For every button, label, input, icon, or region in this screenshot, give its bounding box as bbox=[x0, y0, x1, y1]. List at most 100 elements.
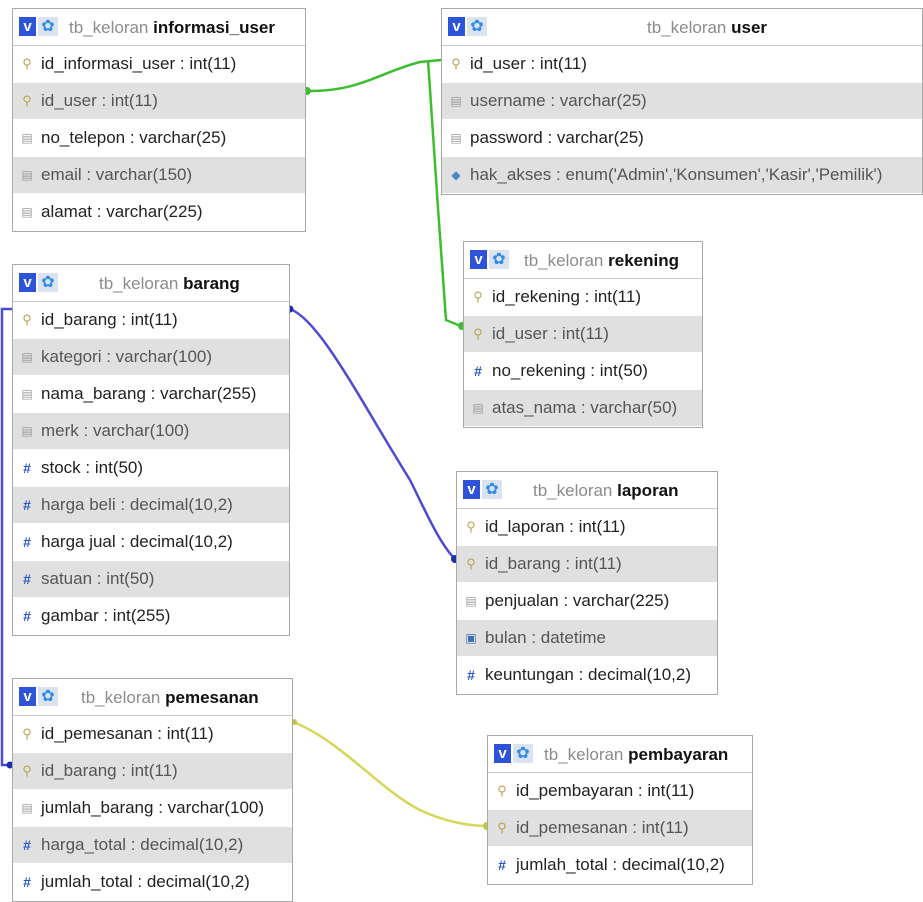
column-row[interactable]: # no_rekening : int(50) bbox=[464, 353, 702, 390]
column-row[interactable]: ▤ jumlah_barang : varchar(100) bbox=[13, 790, 292, 827]
column-label: id_barang : int(11) bbox=[41, 310, 178, 329]
key-icon: ⚲ bbox=[466, 556, 476, 571]
column-row[interactable]: # harga jual : decimal(10,2) bbox=[13, 524, 289, 561]
column-label: username : varchar(25) bbox=[470, 91, 647, 110]
column-row[interactable]: # keuntungan : decimal(10,2) bbox=[457, 657, 717, 694]
gear-icon[interactable]: ✿ bbox=[38, 273, 58, 292]
key-icon: ⚲ bbox=[473, 326, 483, 341]
v-icon[interactable]: v bbox=[448, 17, 465, 36]
column-label: jumlah_total : decimal(10,2) bbox=[41, 872, 250, 891]
text-field-icon: ▤ bbox=[21, 168, 33, 182]
table-title: tb_keloran barang bbox=[99, 274, 240, 294]
key-icon: ⚲ bbox=[22, 93, 32, 108]
column-row[interactable]: # harga_total : decimal(10,2) bbox=[13, 827, 292, 864]
column-row[interactable]: # stock : int(50) bbox=[13, 450, 289, 487]
table-header[interactable]: v ✿ tb_keloran user bbox=[442, 9, 922, 46]
column-row[interactable]: ◆ hak_akses : enum('Admin','Konsumen','Ka… bbox=[442, 157, 922, 194]
column-label: no_rekening : int(50) bbox=[492, 361, 648, 380]
gear-icon[interactable]: ✿ bbox=[513, 744, 533, 763]
column-label: merk : varchar(100) bbox=[41, 421, 190, 440]
gear-icon[interactable]: ✿ bbox=[38, 687, 58, 706]
column-row[interactable]: # jumlah_total : decimal(10,2) bbox=[13, 864, 292, 901]
column-row[interactable]: ⚲ id_informasi_user : int(11) bbox=[13, 46, 305, 83]
table-laporan[interactable]: v ✿ tb_keloran laporan ⚲ id_laporan : int(11… bbox=[456, 471, 718, 695]
column-row[interactable]: # gambar : int(255) bbox=[13, 598, 289, 635]
table-title: tb_keloran user bbox=[647, 18, 767, 38]
v-icon[interactable]: v bbox=[470, 250, 487, 269]
column-label: id_laporan : int(11) bbox=[485, 517, 626, 536]
gear-icon[interactable]: ✿ bbox=[489, 250, 509, 269]
gear-icon[interactable]: ✿ bbox=[467, 17, 487, 36]
number-icon: # bbox=[23, 571, 31, 587]
column-row[interactable]: ▤ username : varchar(25) bbox=[442, 83, 922, 120]
column-row[interactable]: ⚲ id_barang : int(11) bbox=[13, 302, 289, 339]
table-user[interactable]: v ✿ tb_keloran user ⚲ id_user : int(11) ▤ user… bbox=[441, 8, 923, 195]
table-header[interactable]: v ✿ tb_keloran rekening bbox=[464, 242, 702, 279]
key-icon: ⚲ bbox=[22, 726, 32, 741]
table-header[interactable]: v ✿ tb_keloran informasi_user bbox=[13, 9, 305, 46]
column-row[interactable]: ▤ no_telepon : varchar(25) bbox=[13, 120, 305, 157]
table-prefix: tb_keloran bbox=[524, 251, 604, 270]
column-row[interactable]: ▤ email : varchar(150) bbox=[13, 157, 305, 194]
table-prefix: tb_keloran bbox=[544, 745, 624, 764]
gear-icon[interactable]: ✿ bbox=[38, 17, 58, 36]
key-icon: ⚲ bbox=[473, 289, 483, 304]
column-row[interactable]: ⚲ id_user : int(11) bbox=[442, 46, 922, 83]
column-label: stock : int(50) bbox=[41, 458, 144, 477]
column-row[interactable]: ⚲ id_pembayaran : int(11) bbox=[488, 773, 752, 810]
column-label: password : varchar(25) bbox=[470, 128, 644, 147]
column-label: kategori : varchar(100) bbox=[41, 347, 213, 366]
calendar-icon: ▣ bbox=[465, 631, 477, 645]
column-row[interactable]: ⚲ id_user : int(11) bbox=[13, 83, 305, 120]
text-field-icon: ▤ bbox=[21, 387, 33, 401]
text-field-icon: ▤ bbox=[21, 801, 33, 815]
column-row[interactable]: ▤ atas_nama : varchar(50) bbox=[464, 390, 702, 427]
column-row[interactable]: # harga beli : decimal(10,2) bbox=[13, 487, 289, 524]
table-header[interactable]: v ✿ tb_keloran laporan bbox=[457, 472, 717, 509]
key-icon: ⚲ bbox=[497, 783, 507, 798]
v-icon[interactable]: v bbox=[19, 17, 36, 36]
gear-icon[interactable]: ✿ bbox=[482, 480, 502, 499]
table-title: tb_keloran rekening bbox=[524, 251, 679, 271]
relation-line-laporan-barang bbox=[289, 307, 457, 561]
column-row[interactable]: ⚲ id_laporan : int(11) bbox=[457, 509, 717, 546]
table-rekening[interactable]: v ✿ tb_keloran rekening ⚲ id_rekening : int(… bbox=[463, 241, 703, 428]
column-label: id_pemesanan : int(11) bbox=[516, 818, 689, 837]
table-header[interactable]: v ✿ tb_keloran pemesanan bbox=[13, 679, 292, 716]
column-row[interactable]: ▤ nama_barang : varchar(255) bbox=[13, 376, 289, 413]
column-row[interactable]: ⚲ id_user : int(11) bbox=[464, 316, 702, 353]
table-header[interactable]: v ✿ tb_keloran pembayaran bbox=[488, 736, 752, 773]
column-row[interactable]: ⚲ id_barang : int(11) bbox=[457, 546, 717, 583]
column-row[interactable]: ▤ merk : varchar(100) bbox=[13, 413, 289, 450]
v-icon[interactable]: v bbox=[463, 480, 480, 499]
column-row[interactable]: ⚲ id_pemesanan : int(11) bbox=[488, 810, 752, 847]
column-row[interactable]: # satuan : int(50) bbox=[13, 561, 289, 598]
column-row[interactable]: # jumlah_total : decimal(10,2) bbox=[488, 847, 752, 884]
table-header[interactable]: v ✿ tb_keloran barang bbox=[13, 265, 289, 302]
key-icon: ⚲ bbox=[451, 56, 461, 71]
number-icon: # bbox=[498, 857, 506, 873]
column-row[interactable]: ▣ bulan : datetime bbox=[457, 620, 717, 657]
table-title: tb_keloran laporan bbox=[533, 481, 679, 501]
column-label: nama_barang : varchar(255) bbox=[41, 384, 257, 403]
column-row[interactable]: ⚲ id_rekening : int(11) bbox=[464, 279, 702, 316]
table-barang[interactable]: v ✿ tb_keloran barang ⚲ id_barang : int(11) ▤… bbox=[12, 264, 290, 636]
v-icon[interactable]: v bbox=[19, 273, 36, 292]
v-icon[interactable]: v bbox=[494, 744, 511, 763]
column-label: harga jual : decimal(10,2) bbox=[41, 532, 233, 551]
column-row[interactable]: ⚲ id_barang : int(11) bbox=[13, 753, 292, 790]
table-title: tb_keloran pembayaran bbox=[544, 745, 728, 765]
column-label: jumlah_total : decimal(10,2) bbox=[516, 855, 725, 874]
column-row[interactable]: ▤ password : varchar(25) bbox=[442, 120, 922, 157]
column-row[interactable]: ▤ kategori : varchar(100) bbox=[13, 339, 289, 376]
table-pemesanan[interactable]: v ✿ tb_keloran pemesanan ⚲ id_pemesanan : in… bbox=[12, 678, 293, 902]
table-pembayaran[interactable]: v ✿ tb_keloran pembayaran ⚲ id_pembayaran : … bbox=[487, 735, 753, 885]
v-icon[interactable]: v bbox=[19, 687, 36, 706]
column-row[interactable]: ⚲ id_pemesanan : int(11) bbox=[13, 716, 292, 753]
key-icon: ⚲ bbox=[22, 56, 32, 71]
number-icon: # bbox=[23, 837, 31, 853]
column-label: gambar : int(255) bbox=[41, 606, 171, 625]
column-row[interactable]: ▤ penjualan : varchar(225) bbox=[457, 583, 717, 620]
column-row[interactable]: ▤ alamat : varchar(225) bbox=[13, 194, 305, 231]
table-informasi-user[interactable]: v ✿ tb_keloran informasi_user ⚲ id_informasi… bbox=[12, 8, 306, 232]
